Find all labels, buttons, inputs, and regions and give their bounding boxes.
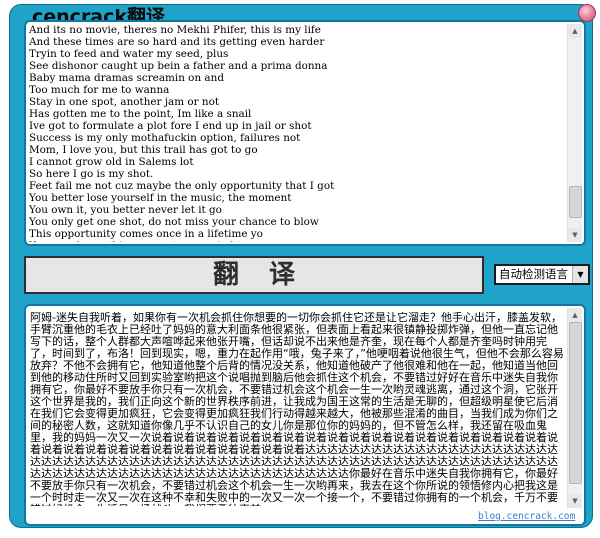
source-line: Baby mama dramas screamin on and — [29, 72, 224, 84]
scroll-down-icon[interactable]: ▼ — [568, 494, 582, 508]
output-textarea[interactable]: 阿姆-迷失自我听着，如果你有一次机会抓住你想要的一切你会抓住它还是让它溜走？他手… — [30, 312, 566, 506]
source-line: Mom, I love you, but this trail has got … — [29, 144, 258, 156]
scroll-up-icon[interactable]: ▲ — [568, 24, 582, 38]
scroll-up-icon[interactable]: ▲ — [568, 308, 582, 322]
language-select[interactable]: 自动检测语言 ▼ — [494, 264, 590, 285]
scroll-thumb[interactable] — [569, 186, 582, 218]
chevron-down-icon[interactable]: ▼ — [572, 266, 588, 283]
source-line: Feet fail me not cuz maybe the only oppo… — [29, 180, 335, 192]
source-line: So here I go is my shot. — [29, 168, 154, 180]
source-line: Too much for me to wanna — [29, 84, 170, 96]
scroll-thumb[interactable] — [569, 322, 582, 484]
source-line: Tryin to feed and water my seed, plus — [29, 48, 229, 60]
source-line: You only get one shot, do not miss your … — [29, 216, 319, 228]
scroll-down-icon[interactable]: ▼ — [568, 228, 582, 242]
source-line: See dishonor caught up bein a father and… — [29, 60, 328, 72]
source-line: And these times are so hard and its gett… — [29, 36, 325, 48]
output-scrollbar[interactable]: ▲ ▼ — [567, 308, 582, 508]
source-line: And its no movie, theres no Mekhi Phifer… — [29, 24, 321, 36]
source-line: Has gotten me to the point, Im like a sn… — [29, 108, 252, 120]
source-line: I cannot grow old in Salems lot — [29, 156, 194, 168]
source-scrollbar[interactable]: ▲ ▼ — [567, 24, 582, 242]
translate-button[interactable]: 翻译 — [24, 256, 484, 294]
source-line: You own it, you better never let it go — [29, 204, 222, 216]
footer-link[interactable]: blog.cencrack.com — [478, 511, 575, 522]
source-textarea[interactable]: And its no movie, theres no Mekhi Phifer… — [29, 24, 566, 242]
source-line: Stay in one spot, another jam or not — [29, 96, 220, 108]
output-text-panel[interactable]: 阿姆-迷失自我听着，如果你有一次机会抓住你想要的一切你会抓住它还是让它溜走？他手… — [24, 304, 586, 526]
source-text-panel[interactable]: And its no movie, theres no Mekhi Phifer… — [24, 20, 586, 246]
source-line: You can do anything you set your mind to… — [29, 240, 566, 242]
source-line: Ive got to formulate a plot fore I end u… — [29, 120, 312, 132]
source-line: Success is my only mothafuckin option, f… — [29, 132, 301, 144]
source-line: This opportunity comes once in a lifetim… — [29, 228, 263, 240]
language-select-value: 自动检测语言 — [499, 267, 568, 281]
source-line: You better lose yourself in the music, t… — [29, 192, 292, 204]
